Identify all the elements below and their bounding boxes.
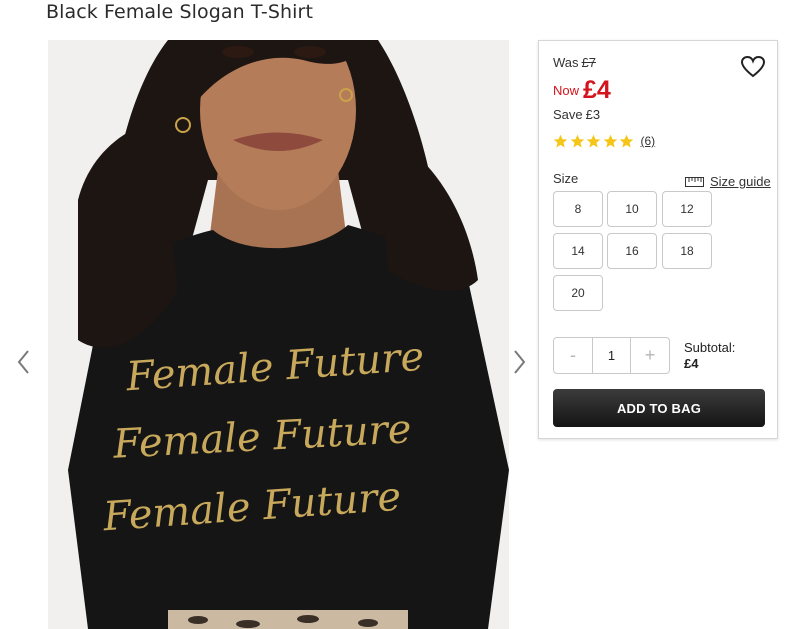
was-price: Was £7 <box>553 55 596 70</box>
quantity-decrease-button[interactable]: - <box>554 338 592 373</box>
chevron-right-icon[interactable] <box>510 348 528 376</box>
subtotal: Subtotal: £4 <box>684 340 735 372</box>
size-option[interactable]: 18 <box>662 233 712 269</box>
star-icon <box>619 134 634 147</box>
subtotal-value: £4 <box>684 356 699 371</box>
now-price: Now £4 <box>553 76 611 105</box>
add-to-bag-button[interactable]: ADD TO BAG <box>553 389 765 427</box>
star-icon <box>570 134 584 147</box>
save-amount: Save £3 <box>553 107 600 122</box>
size-option[interactable]: 12 <box>662 191 712 227</box>
review-count-link[interactable]: (6) <box>641 134 656 148</box>
quantity-increase-button[interactable]: + <box>631 338 669 373</box>
star-icon <box>603 134 617 147</box>
size-option[interactable]: 10 <box>607 191 657 227</box>
size-guide-label: Size guide <box>710 174 771 189</box>
now-label: Now <box>553 83 580 98</box>
ruler-icon <box>685 176 704 187</box>
was-value: £7 <box>581 55 596 70</box>
was-label: Was <box>553 55 579 70</box>
quantity-value[interactable]: 1 <box>592 338 631 373</box>
size-option[interactable]: 16 <box>607 233 657 269</box>
save-label: Save <box>553 107 583 122</box>
rating: (6) <box>553 133 655 149</box>
star-icon <box>586 134 601 147</box>
size-guide-link[interactable]: Size guide <box>685 174 771 189</box>
purchase-panel: Was £7 Now £4 Save £3 (6) Size Size guide 8… <box>538 40 778 439</box>
star-icon <box>553 134 568 147</box>
heart-icon[interactable] <box>740 55 766 79</box>
subtotal-label: Subtotal: <box>684 340 736 355</box>
save-value: £3 <box>585 107 601 122</box>
size-option[interactable]: 8 <box>553 191 603 227</box>
quantity-stepper: - 1 + <box>553 337 670 374</box>
product-title: Black Female Slogan T-Shirt <box>46 1 313 23</box>
chevron-left-icon[interactable] <box>15 348 33 376</box>
size-option[interactable]: 14 <box>553 233 603 269</box>
size-label: Size <box>553 171 579 186</box>
product-image: Female Future Female Future Female Futur… <box>48 40 509 629</box>
now-value: £4 <box>583 76 611 104</box>
size-option[interactable]: 20 <box>553 275 603 311</box>
